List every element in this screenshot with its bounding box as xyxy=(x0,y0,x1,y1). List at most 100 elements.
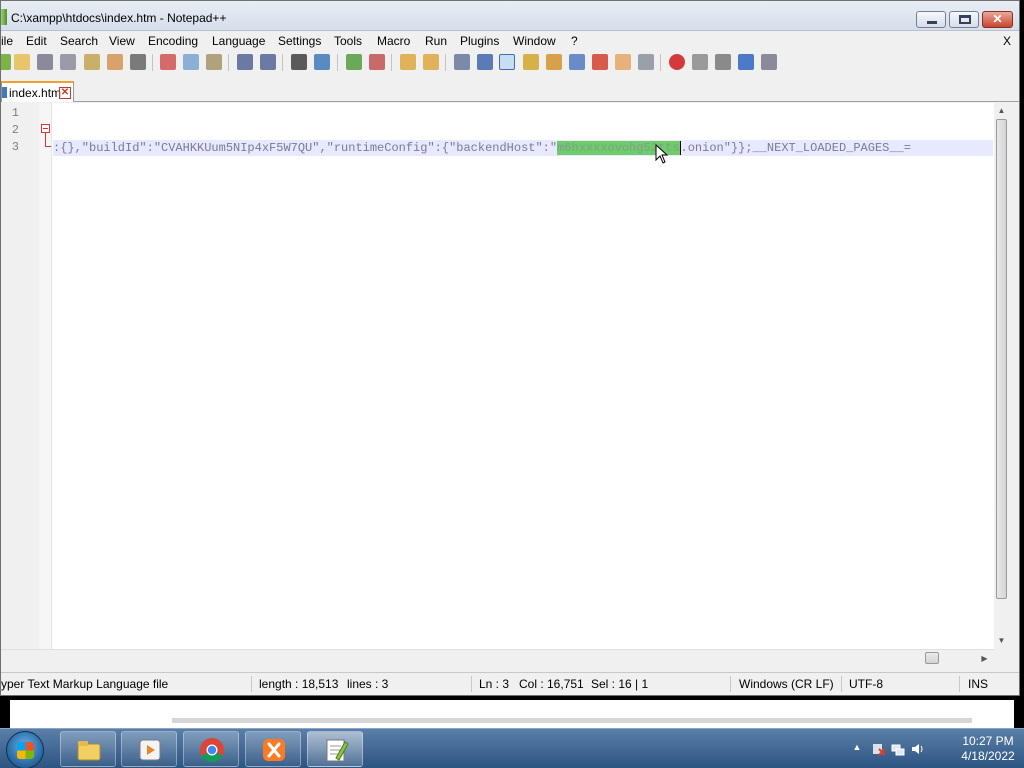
chrome-icon xyxy=(200,738,224,763)
file-icon xyxy=(2,87,7,98)
project-icon[interactable] xyxy=(615,54,631,70)
minimize-icon xyxy=(927,21,937,24)
close-file-icon[interactable] xyxy=(84,54,100,70)
print-icon[interactable] xyxy=(130,54,146,70)
tab-index-htm[interactable]: index.htm ✕ xyxy=(1,81,74,102)
undo-icon[interactable] xyxy=(237,54,253,70)
close-button[interactable]: ✕ xyxy=(982,11,1013,28)
status-column: Col : 16,751 xyxy=(519,677,584,691)
show-all-chars-icon[interactable] xyxy=(477,54,493,70)
function-list-icon[interactable] xyxy=(569,54,585,70)
menu-help[interactable]: ? xyxy=(571,34,578,48)
taskbar-media-player[interactable] xyxy=(121,731,177,767)
taskbar-notepadpp[interactable] xyxy=(307,731,363,767)
status-encoding[interactable]: UTF-8 xyxy=(849,677,883,691)
horizontal-scroll-thumb[interactable] xyxy=(925,652,939,664)
save-macro-icon[interactable] xyxy=(761,54,777,70)
close-all-icon[interactable] xyxy=(107,54,123,70)
save-all-icon[interactable] xyxy=(60,54,76,70)
fold-end xyxy=(45,146,51,147)
cut-icon[interactable] xyxy=(160,54,176,70)
sync-vertical-icon[interactable] xyxy=(400,54,416,70)
title-bar[interactable]: C:\xampp\htdocs\index.htm - Notepad++ ✕ xyxy=(1,1,1019,31)
word-wrap-icon[interactable] xyxy=(454,54,470,70)
menu-edit[interactable]: Edit xyxy=(26,34,47,48)
monitoring-icon[interactable] xyxy=(638,54,654,70)
taskbar-explorer[interactable] xyxy=(60,731,116,767)
toolbar-separator xyxy=(337,54,338,71)
start-button[interactable] xyxy=(6,731,44,768)
status-insert-mode[interactable]: INS xyxy=(968,677,988,691)
horizontal-scrollbar[interactable]: ▶ xyxy=(1,649,994,666)
menu-view[interactable]: View xyxy=(109,34,135,48)
menu-settings[interactable]: Settings xyxy=(278,34,321,48)
redo-icon[interactable] xyxy=(260,54,276,70)
open-file-icon[interactable] xyxy=(14,54,30,70)
sync-horizontal-icon[interactable] xyxy=(423,54,439,70)
copy-icon[interactable] xyxy=(183,54,199,70)
playback-icon[interactable] xyxy=(715,54,731,70)
menu-run[interactable]: Run xyxy=(425,34,447,48)
menu-search[interactable]: Search xyxy=(60,34,98,48)
editor-area[interactable]: 1 2 3 :{},"buildId":"CVAHKKUum5NIp4xF5W7… xyxy=(1,103,1009,649)
code-line-3[interactable]: :{},"buildId":"CVAHKKUum5NIp4xF5W7QU","r… xyxy=(53,140,993,156)
find-icon[interactable] xyxy=(291,54,307,70)
notepadpp-app-icon[interactable] xyxy=(1,9,7,25)
close-document-button[interactable]: X xyxy=(1003,34,1011,48)
taskbar: ▲ 10:27 PM 4/18/2022 xyxy=(0,728,1024,768)
fold-margin xyxy=(39,103,52,649)
explorer-icon xyxy=(77,741,101,761)
taskbar-xampp[interactable] xyxy=(245,731,301,767)
menu-window[interactable]: Window xyxy=(513,34,556,48)
background-window xyxy=(10,700,1014,728)
status-eol[interactable]: Windows (CR LF) xyxy=(739,677,834,691)
stop-recording-icon[interactable] xyxy=(692,54,708,70)
replace-icon[interactable] xyxy=(314,54,330,70)
network-icon[interactable] xyxy=(891,742,905,756)
status-file-type: yper Text Markup Language file xyxy=(1,677,169,691)
tab-close-icon[interactable]: ✕ xyxy=(59,87,71,99)
menu-macro[interactable]: Macro xyxy=(377,34,410,48)
minimize-button[interactable] xyxy=(916,11,946,28)
vertical-scroll-thumb[interactable] xyxy=(996,119,1007,599)
scroll-up-icon[interactable]: ▲ xyxy=(994,103,1009,118)
action-center-icon[interactable] xyxy=(872,742,886,756)
code-text-before: :{},"buildId":"CVAHKKUum5NIp4xF5W7QU","r… xyxy=(53,141,558,155)
volume-icon[interactable] xyxy=(911,742,925,756)
new-file-icon[interactable] xyxy=(1,54,11,70)
menu-tools[interactable]: Tools xyxy=(334,34,362,48)
media-player-icon xyxy=(139,739,161,761)
show-hidden-icons-icon[interactable]: ▲ xyxy=(850,742,864,756)
zoom-out-icon[interactable] xyxy=(369,54,385,70)
status-length: length : 18,513 xyxy=(259,677,339,691)
menu-encoding[interactable]: Encoding xyxy=(148,34,198,48)
clock-date: 4/18/2022 xyxy=(961,749,1015,763)
zoom-in-icon[interactable] xyxy=(346,54,362,70)
line-number-gutter[interactable]: 1 2 3 xyxy=(1,103,39,649)
clock[interactable]: 10:27 PM 4/18/2022 xyxy=(956,734,1020,764)
indent-guide-icon[interactable] xyxy=(499,54,515,70)
menu-plugins[interactable]: Plugins xyxy=(460,34,499,48)
status-separator xyxy=(251,676,252,692)
paste-icon[interactable] xyxy=(206,54,222,70)
run-macro-multiple-icon[interactable] xyxy=(738,54,754,70)
scroll-right-icon[interactable]: ▶ xyxy=(977,651,992,666)
fold-toggle-icon[interactable] xyxy=(41,124,50,133)
menu-file[interactable]: ile xyxy=(1,34,13,48)
record-macro-icon[interactable] xyxy=(669,54,685,70)
scroll-down-icon[interactable]: ▼ xyxy=(994,633,1009,648)
maximize-button[interactable] xyxy=(949,11,979,28)
udl-icon[interactable] xyxy=(523,54,539,70)
doc-map-icon[interactable] xyxy=(546,54,562,70)
system-tray: ▲ 10:27 PM 4/18/2022 xyxy=(834,729,1024,768)
line-number: 3 xyxy=(11,140,19,154)
menu-language[interactable]: Language xyxy=(212,34,265,48)
status-separator xyxy=(471,676,472,692)
taskbar-chrome[interactable] xyxy=(183,731,239,767)
folder-workspace-icon[interactable] xyxy=(592,54,608,70)
code-text-after: .onion"}};__NEXT_LOADED_PAGES__= xyxy=(680,141,911,155)
save-icon[interactable] xyxy=(37,54,53,70)
tab-label: index.htm xyxy=(9,86,62,100)
vertical-scrollbar[interactable]: ▲ ▼ xyxy=(994,103,1009,649)
mouse-pointer-icon xyxy=(655,144,669,164)
